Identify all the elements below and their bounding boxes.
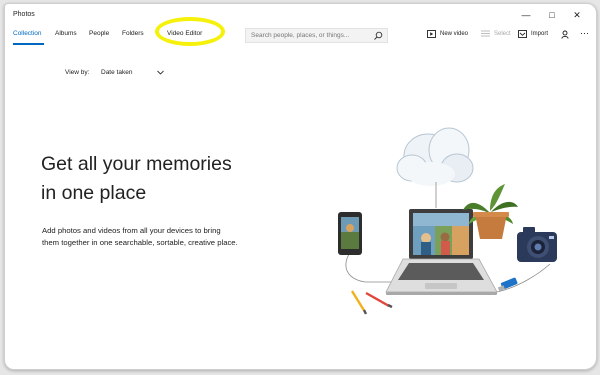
hero-description-line-2: them together in one searchable, sortabl… [42, 238, 238, 247]
close-button[interactable]: ✕ [565, 8, 589, 22]
devices-illustration [338, 127, 557, 315]
tab-collection[interactable]: Collection [13, 30, 42, 37]
new-video-button[interactable]: New video [427, 30, 468, 38]
tab-albums[interactable]: Albums [55, 30, 77, 37]
chevron-down-icon[interactable] [157, 70, 164, 75]
pencil-icon [350, 290, 393, 315]
hero-line-1: Get all your memories [41, 153, 232, 175]
select-icon [481, 30, 490, 37]
import-label: Import [531, 31, 549, 37]
new-video-label: New video [440, 31, 469, 37]
hero-line-2: in one place [41, 182, 147, 204]
video-icon [427, 30, 436, 38]
search-box[interactable]: Search people, places, or things... [245, 28, 388, 43]
hero-description: Add photos and videos from all your devi… [42, 225, 302, 249]
import-icon [518, 30, 527, 38]
maximize-button[interactable]: □ [540, 8, 564, 22]
hero-description-line-1: Add photos and videos from all your devi… [42, 226, 221, 235]
app-title: Photos [13, 11, 35, 18]
import-button[interactable]: Import [518, 30, 548, 38]
cloud-icon [396, 127, 474, 186]
active-tab-indicator [13, 43, 44, 45]
photos-window: Photos — □ ✕ Collection Albums People Fo… [4, 3, 597, 370]
select-label: Select [494, 30, 511, 37]
camera-icon [517, 227, 557, 262]
search-icon[interactable] [373, 31, 383, 41]
more-icon[interactable]: ⋯ [580, 28, 589, 39]
title-bar: Photos — □ ✕ [5, 4, 596, 26]
hero-headline: Get all your memories in one place [41, 150, 301, 208]
tab-people[interactable]: People [89, 30, 109, 37]
search-input[interactable]: Search people, places, or things... [251, 32, 349, 39]
highlight-circle [155, 17, 225, 46]
select-button[interactable]: Select [481, 30, 511, 37]
phone-icon [338, 212, 362, 255]
tab-folders[interactable]: Folders [122, 30, 144, 37]
view-by-label: View by: [65, 69, 90, 76]
view-by-select[interactable]: Date taken [101, 69, 132, 76]
minimize-button[interactable]: — [514, 8, 538, 22]
account-icon[interactable] [561, 30, 570, 39]
